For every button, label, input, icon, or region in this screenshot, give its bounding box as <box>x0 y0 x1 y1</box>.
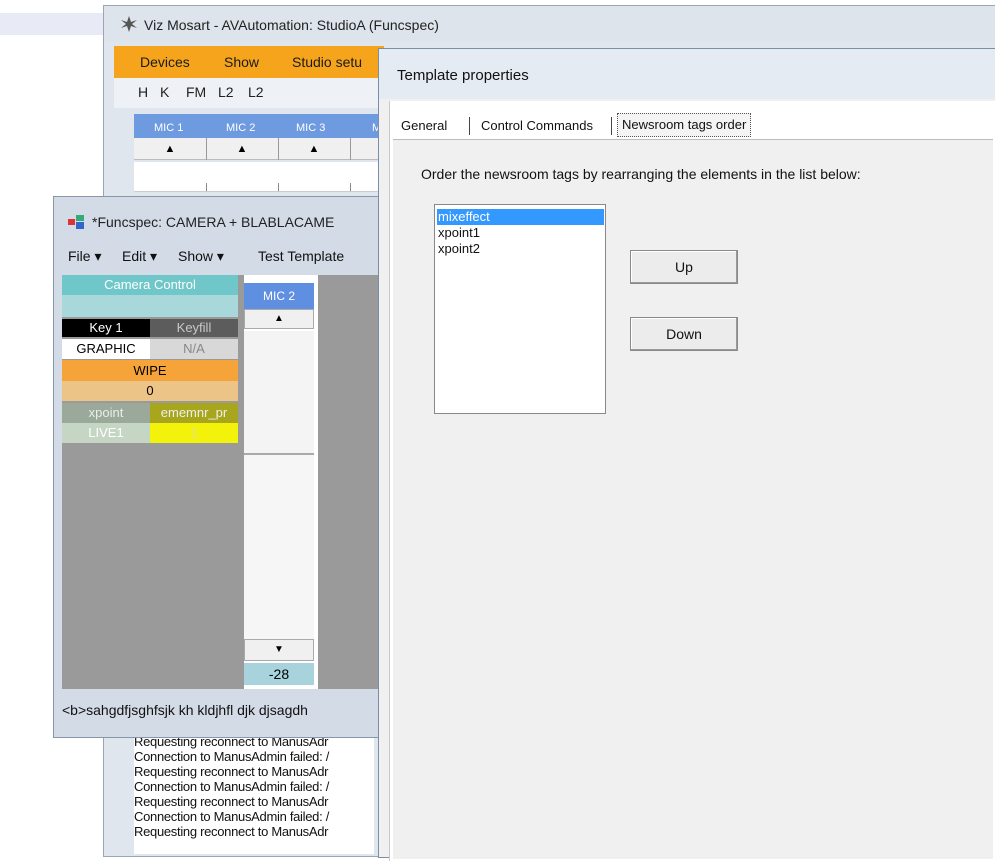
log-line: Connection to ManusAdmin failed: / <box>134 749 330 764</box>
mic-3-label: MIC 3 <box>296 122 326 134</box>
na-cell[interactable]: N/A <box>150 339 238 359</box>
camera-control-row[interactable] <box>62 295 238 317</box>
tab-newsroom-tags-order[interactable]: Newsroom tags order <box>617 113 752 137</box>
toolbar-h[interactable]: H <box>138 84 148 100</box>
instruction-text: Order the newsroom tags by rearranging t… <box>421 166 861 182</box>
menu-edit[interactable]: Edit ▾ <box>122 248 157 265</box>
xpoint-cell[interactable]: xpoint <box>62 403 150 423</box>
toolbar-fm[interactable]: FM <box>186 84 206 100</box>
graphic-cell[interactable]: GRAPHIC <box>62 339 150 359</box>
background-strip <box>0 13 104 35</box>
menu-show[interactable]: Show <box>224 54 259 70</box>
live1-cell[interactable]: LIVE1 <box>62 423 150 443</box>
tab-separator <box>469 117 470 135</box>
mic-track-row <box>134 162 384 192</box>
list-item[interactable]: mixeffect <box>437 209 604 225</box>
log-line: Requesting reconnect to ManusAdr <box>134 764 329 779</box>
mic2-fader: MIC 2 ▲ ▼ -28 <box>244 275 318 689</box>
funcspec-window-icon <box>68 215 84 229</box>
mic-1-up-button[interactable]: ▲ <box>134 138 207 160</box>
log-line: Connection to ManusAdmin failed: / <box>134 809 330 824</box>
log-line: Requesting reconnect to ManusAdr <box>134 794 329 809</box>
tab-control-commands[interactable]: Control Commands <box>477 115 597 137</box>
menu-studio-setup[interactable]: Studio setu <box>292 54 362 70</box>
mic-3-up-button[interactable]: ▲ <box>278 138 351 160</box>
ememnr-cell[interactable]: ememnr_pr <box>150 403 238 423</box>
funcspec-status-text: <b>sahgdfjsghfsjk kh kldjhfl djk djsagdh <box>62 702 308 718</box>
mic-2-label: MIC 2 <box>226 122 256 134</box>
log-line: Connection to ManusAdmin failed: / <box>134 779 330 794</box>
newsroom-tags-listbox[interactable]: mixeffect xpoint1 xpoint2 <box>434 204 606 414</box>
keyfill-cell[interactable]: Keyfill <box>150 319 238 337</box>
toolbar-l2-b[interactable]: L2 <box>248 84 264 100</box>
list-item[interactable]: xpoint1 <box>437 225 604 241</box>
mic-divider <box>350 183 351 191</box>
mic-1-label: MIC 1 <box>154 122 184 134</box>
log-panel: Requesting reconnect to ManusAdr Connect… <box>134 734 374 854</box>
key1-cell[interactable]: Key 1 <box>62 319 150 337</box>
main-toolbar: H K FM L2 L2 <box>114 78 384 108</box>
fader-track-upper[interactable] <box>244 331 314 455</box>
menu-test-template[interactable]: Test Template <box>258 248 344 264</box>
funcspec-window-title: *Funcspec: CAMERA + BLABLACAME <box>92 214 335 230</box>
dialog-title: Template properties <box>397 67 529 84</box>
funcspec-menubar: File ▾ Edit ▾ Show ▾ Test Template <box>62 241 382 269</box>
menu-file[interactable]: File ▾ <box>68 248 101 265</box>
dialog-title-bar: Template properties <box>379 49 995 99</box>
fader-label: MIC 2 <box>244 283 314 309</box>
app-logo-icon <box>121 16 137 32</box>
tab-separator <box>611 117 612 135</box>
tab-general[interactable]: General <box>397 115 451 137</box>
log-line: Requesting reconnect to ManusAdr <box>134 824 329 839</box>
fader-track-lower[interactable] <box>244 455 314 639</box>
main-window-title: Viz Mosart - AVAutomation: StudioA (Func… <box>144 17 439 33</box>
funcspec-window: *Funcspec: CAMERA + BLABLACAME File ▾ Ed… <box>53 196 383 738</box>
fader-up-button[interactable]: ▲ <box>244 309 314 329</box>
toolbar-l2-a[interactable]: L2 <box>218 84 234 100</box>
mic-divider <box>206 183 207 191</box>
up-button[interactable]: Up <box>630 250 738 284</box>
mic-arrow-row: ▲ ▲ ▲ <box>134 138 384 160</box>
toolbar-k[interactable]: K <box>160 84 169 100</box>
live-value-cell[interactable]: 1 <box>150 423 238 443</box>
arrow-down-icon: ▼ <box>274 644 284 655</box>
mic-divider <box>278 183 279 191</box>
arrow-up-icon: ▲ <box>274 313 284 324</box>
mic-2-up-button[interactable]: ▲ <box>206 138 279 160</box>
wipe-cell[interactable]: WIPE <box>62 360 238 381</box>
fader-down-button[interactable]: ▼ <box>244 639 314 661</box>
menu-devices[interactable]: Devices <box>140 54 190 70</box>
main-title-bar: Viz Mosart - AVAutomation: StudioA (Func… <box>104 6 995 42</box>
wipe-value-cell[interactable]: 0 <box>62 381 238 401</box>
list-item[interactable]: xpoint2 <box>437 241 604 257</box>
camera-control-header[interactable]: Camera Control <box>62 275 238 295</box>
main-menubar: Devices Show Studio setu <box>114 46 384 78</box>
funcspec-body: Camera Control Key 1 Keyfill GRAPHIC N/A… <box>62 275 378 689</box>
down-button[interactable]: Down <box>630 317 738 351</box>
menu-show-func[interactable]: Show ▾ <box>178 248 224 265</box>
fader-value: -28 <box>244 663 314 685</box>
template-properties-dialog: Template properties General Control Comm… <box>378 48 995 861</box>
